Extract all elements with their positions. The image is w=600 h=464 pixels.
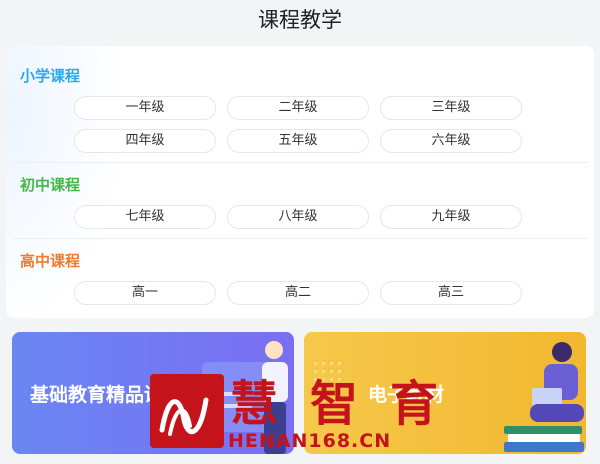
banner-e-textbook-label: 电子教材	[368, 384, 445, 406]
reader-illustration-icon	[314, 342, 584, 452]
grade-button-3[interactable]: 三年级	[380, 96, 522, 120]
divider	[12, 162, 588, 163]
banner-basic-course-label: 基础教育精品课	[30, 384, 164, 406]
grade-button-8[interactable]: 八年级	[227, 205, 369, 229]
divider	[12, 238, 588, 239]
section-middle: 初中课程 七年级 八年级 九年级	[6, 164, 594, 240]
grade-button-2[interactable]: 二年级	[227, 96, 369, 120]
grade-button-7[interactable]: 七年级	[74, 205, 216, 229]
grade-button-1[interactable]: 一年级	[74, 96, 216, 120]
grade-button-5[interactable]: 五年级	[227, 129, 369, 153]
section-title-primary: 小学课程	[20, 67, 81, 85]
section-high: 高中课程 高一 高二 高三	[6, 240, 594, 318]
section-title-middle: 初中课程	[20, 176, 81, 194]
section-title-high: 高中课程	[20, 252, 81, 270]
grade-button-high-3[interactable]: 高三	[380, 281, 522, 305]
banner-basic-course[interactable]: 基础教育精品课	[12, 332, 294, 454]
grade-button-high-1[interactable]: 高一	[74, 281, 216, 305]
section-primary: 小学课程 一年级 二年级 三年级 四年级 五年级 六年级	[6, 46, 594, 164]
grade-button-6[interactable]: 六年级	[380, 129, 522, 153]
banner-e-textbook[interactable]: 电子教材	[304, 332, 586, 454]
course-card: 小学课程 一年级 二年级 三年级 四年级 五年级 六年级 初中课程 七年级 八年…	[6, 46, 594, 318]
page-title: 课程教学	[258, 8, 342, 32]
grade-button-high-2[interactable]: 高二	[227, 281, 369, 305]
grade-button-9[interactable]: 九年级	[380, 205, 522, 229]
grade-button-4[interactable]: 四年级	[74, 129, 216, 153]
